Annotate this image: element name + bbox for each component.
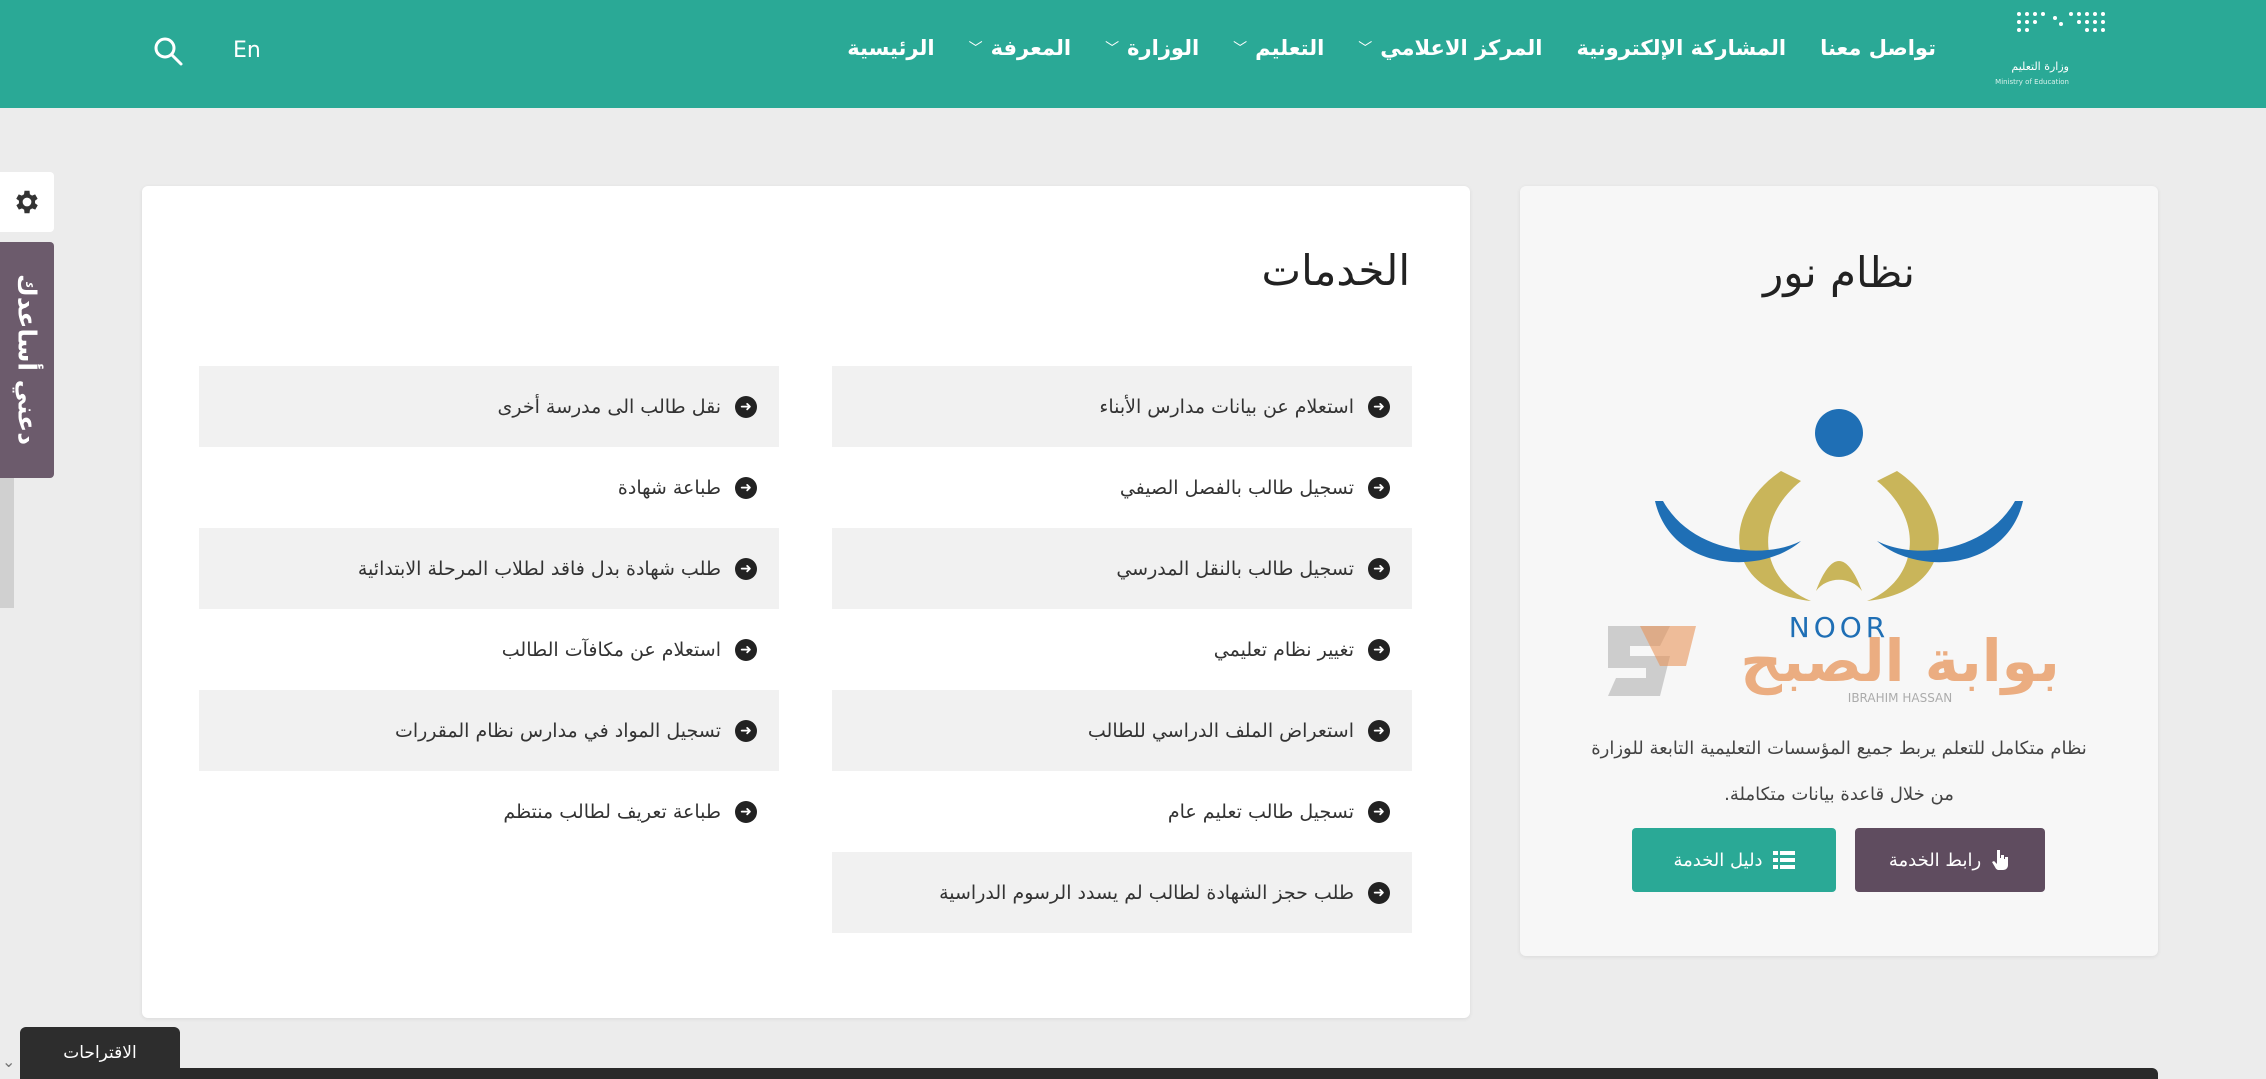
service-link[interactable]: ➜ تسجيل طالب بالفصل الصيفي xyxy=(832,447,1412,528)
services-title: الخدمات xyxy=(1261,246,1410,295)
service-guide-button[interactable]: دليل الخدمة xyxy=(1632,828,1836,892)
side-strip xyxy=(0,478,14,608)
service-link[interactable]: ➜ طباعة شهادة xyxy=(199,447,779,528)
service-link[interactable]: ➜ طباعة تعريف لطالب منتظم xyxy=(199,771,779,852)
noor-logo: NOOR xyxy=(1655,409,2023,641)
nav-e-participation[interactable]: المشاركة الإلكترونية xyxy=(1576,36,1786,60)
gear-icon xyxy=(16,190,38,214)
service-link-label: رابط الخدمة xyxy=(1888,849,1982,871)
main-nav: الرئيسية المعرفة ﹀ الوزارة ﹀ التعليم ﹀ المر… xyxy=(813,36,1936,60)
arrow-right-circle-icon: ➜ xyxy=(1368,395,1390,418)
service-guide-label: دليل الخدمة xyxy=(1673,849,1763,871)
chevron-down-icon[interactable]: ⌄ xyxy=(2,1052,15,1071)
service-label: تسجيل طالب تعليم عام xyxy=(1167,800,1354,823)
noor-card: نظام نور NOOR بوابة الصبح IBRAHIM HASSAN… xyxy=(1520,186,2158,956)
service-label: استعراض الملف الدراسي للطالب xyxy=(1087,719,1354,742)
nav-ministry-label: الوزارة xyxy=(1127,36,1200,60)
service-label: طباعة شهادة xyxy=(617,476,721,499)
arrow-right-circle-icon: ➜ xyxy=(735,800,757,823)
help-me-label: دعني أساعدك xyxy=(12,274,42,446)
nav-media-center[interactable]: المركز الاعلامي ﹀ xyxy=(1358,36,1542,60)
arrow-right-circle-icon: ➜ xyxy=(735,638,757,661)
nav-e-participation-label: المشاركة الإلكترونية xyxy=(1576,36,1787,60)
watermark: بوابة الصبح IBRAHIM HASSAN xyxy=(1600,616,2090,706)
watermark-mark-icon: بوابة الصبح IBRAHIM HASSAN xyxy=(1608,626,2060,705)
arrow-right-circle-icon: ➜ xyxy=(1368,800,1390,823)
nav-education[interactable]: التعليم ﹀ xyxy=(1233,36,1324,60)
top-navbar: وزارة التعليم Ministry of Education الرئ… xyxy=(0,0,2266,108)
nav-education-label: التعليم xyxy=(1255,36,1325,60)
ministry-logo[interactable]: وزارة التعليم Ministry of Education xyxy=(1991,8,2111,94)
service-label: طلب حجز الشهادة لطالب لم يسدد الرسوم الد… xyxy=(939,881,1354,904)
watermark-text: بوابة الصبح xyxy=(1740,627,2059,696)
help-me-tab[interactable]: دعني أساعدك xyxy=(0,242,54,478)
logo-subtext: Ministry of Education xyxy=(1995,78,2069,86)
nav-contact[interactable]: تواصل معنا xyxy=(1820,36,1936,60)
service-link[interactable]: ➜ تسجيل طالب تعليم عام xyxy=(832,771,1412,852)
language-toggle[interactable]: En xyxy=(233,38,261,63)
service-link-button[interactable]: رابط الخدمة xyxy=(1855,828,2045,892)
chevron-down-icon: ﹀ xyxy=(1358,41,1373,57)
search-icon[interactable] xyxy=(152,35,184,67)
nav-home[interactable]: الرئيسية xyxy=(847,36,934,60)
settings-button[interactable] xyxy=(0,172,54,232)
service-label: تسجيل طالب بالفصل الصيفي xyxy=(1119,476,1354,499)
service-link[interactable]: ➜ تغيير نظام تعليمي xyxy=(832,609,1412,690)
nav-home-label: الرئيسية xyxy=(847,36,935,60)
logo-text: وزارة التعليم xyxy=(2011,60,2069,73)
arrow-right-circle-icon: ➜ xyxy=(735,476,757,499)
nav-knowledge-label: المعرفة xyxy=(990,36,1072,60)
nav-ministry[interactable]: الوزارة ﹀ xyxy=(1105,36,1199,60)
chevron-down-icon: ﹀ xyxy=(1233,41,1248,57)
service-label: تسجيل طالب بالنقل المدرسي xyxy=(1116,557,1354,580)
service-link[interactable]: ➜ تسجيل المواد في مدارس نظام المقررات xyxy=(199,690,779,771)
arrow-right-circle-icon: ➜ xyxy=(735,395,757,418)
list-icon xyxy=(1772,850,1795,870)
arrow-right-circle-icon: ➜ xyxy=(1368,881,1390,904)
service-label: استعلام عن مكافآت الطالب xyxy=(501,638,721,661)
chevron-down-icon: ﹀ xyxy=(968,41,983,57)
noor-title: نظام نور xyxy=(1763,248,1915,297)
suggestions-tab[interactable]: الاقتراحات xyxy=(20,1027,180,1079)
hand-pointer-icon xyxy=(1991,849,2011,871)
footer-bar xyxy=(20,1068,2158,1079)
service-link[interactable]: ➜ نقل طالب الى مدرسة أخرى xyxy=(199,366,779,447)
arrow-right-circle-icon: ➜ xyxy=(735,719,757,742)
arrow-right-circle-icon: ➜ xyxy=(1368,476,1390,499)
services-list-right: ➜ استعلام عن بيانات مدارس الأبناء ➜ تسجيل … xyxy=(832,366,1412,933)
service-link[interactable]: ➜ استعراض الملف الدراسي للطالب xyxy=(832,690,1412,771)
service-label: طباعة تعريف لطالب منتظم xyxy=(503,800,721,823)
service-label: استعلام عن بيانات مدارس الأبناء xyxy=(1099,395,1354,418)
service-label: تغيير نظام تعليمي xyxy=(1213,638,1354,661)
arrow-right-circle-icon: ➜ xyxy=(1368,638,1390,661)
nav-knowledge[interactable]: المعرفة ﹀ xyxy=(969,36,1072,60)
logo-mark-icon xyxy=(2017,12,2105,32)
service-label: طلب شهادة بدل فاقد لطلاب المرحلة الابتدا… xyxy=(357,557,721,580)
services-list-left: ➜ نقل طالب الى مدرسة أخرى ➜ طباعة شهادة ➜ ط… xyxy=(199,366,779,852)
service-link[interactable]: ➜ استعلام عن مكافآت الطالب xyxy=(199,609,779,690)
chevron-down-icon: ﹀ xyxy=(1105,41,1120,57)
service-link[interactable]: ➜ طلب حجز الشهادة لطالب لم يسدد الرسوم ال… xyxy=(832,852,1412,933)
service-label: نقل طالب الى مدرسة أخرى xyxy=(497,395,721,418)
service-label: تسجيل المواد في مدارس نظام المقررات xyxy=(394,719,721,742)
service-link[interactable]: ➜ تسجيل طالب بالنقل المدرسي xyxy=(832,528,1412,609)
arrow-right-circle-icon: ➜ xyxy=(735,557,757,580)
service-link[interactable]: ➜ طلب شهادة بدل فاقد لطلاب المرحلة الابتد… xyxy=(199,528,779,609)
watermark-subtext: IBRAHIM HASSAN xyxy=(1848,691,1952,705)
nav-contact-label: تواصل معنا xyxy=(1820,36,1936,60)
services-card: الخدمات ➜ استعلام عن بيانات مدارس الأبناء… xyxy=(142,186,1470,1018)
noor-description: نظام متكامل للتعلم يربط جميع المؤسسات ال… xyxy=(1591,738,2087,805)
arrow-right-circle-icon: ➜ xyxy=(1368,557,1390,580)
nav-media-center-label: المركز الاعلامي xyxy=(1380,36,1543,60)
arrow-right-circle-icon: ➜ xyxy=(1368,719,1390,742)
service-link[interactable]: ➜ استعلام عن بيانات مدارس الأبناء xyxy=(832,366,1412,447)
